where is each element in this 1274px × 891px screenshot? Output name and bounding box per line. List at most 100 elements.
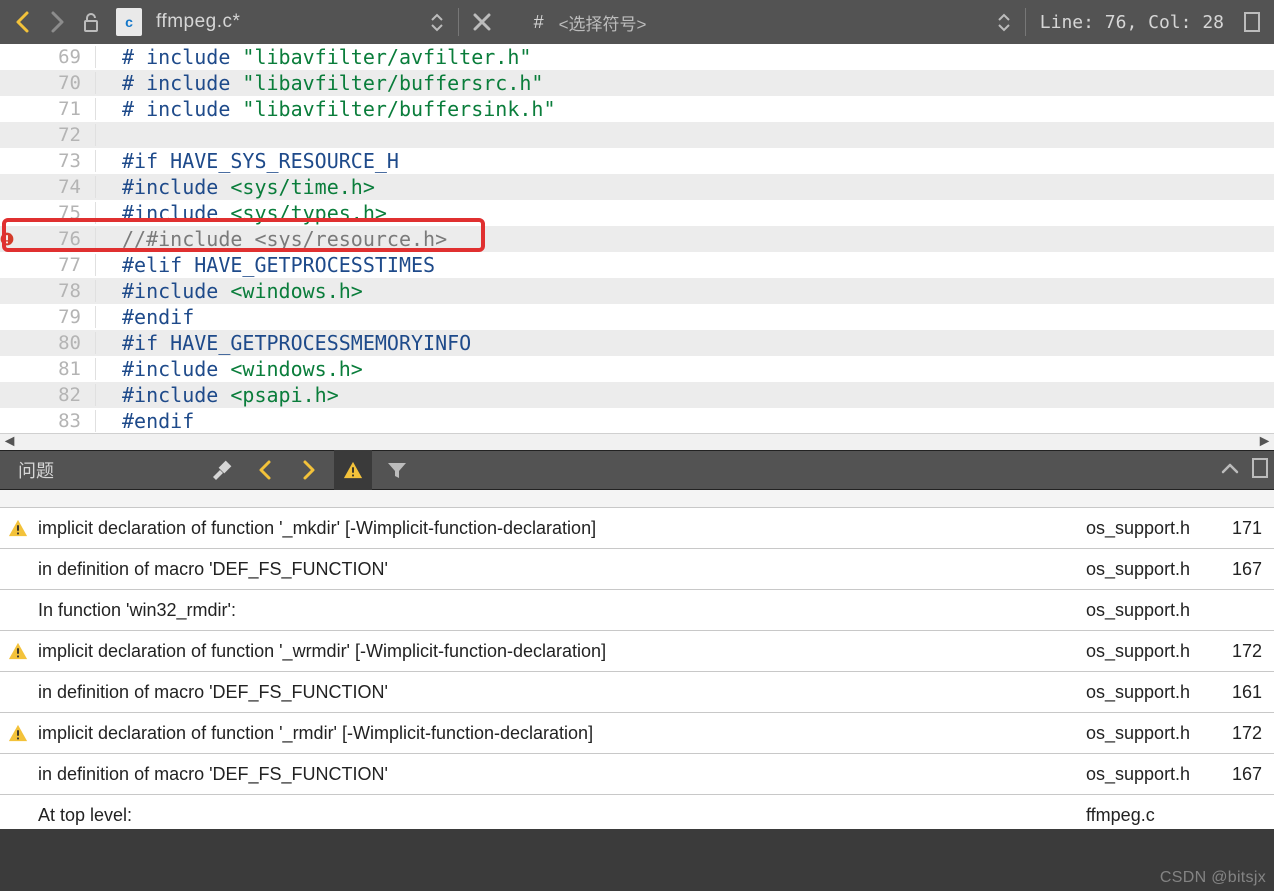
code-line[interactable]: 70# include "libavfilter/buffersrc.h" [0,70,1274,96]
symbol-hash-label: # [533,12,545,33]
problem-row[interactable]: in definition of macro 'DEF_FS_FUNCTION'… [0,672,1274,713]
line-number: 81 [14,358,96,380]
code-content[interactable]: #elif HAVE_GETPROCESSTIMES [96,253,435,277]
code-line[interactable]: 83#endif [0,408,1274,433]
nav-forward-button[interactable] [48,10,66,34]
cursor-position-label: Line: 76, Col: 28 [1040,12,1224,33]
problem-row[interactable]: In function 'win32_rmdir':os_support.h [0,590,1274,631]
problem-file: os_support.h [1086,600,1226,621]
problem-line: 172 [1226,641,1274,662]
code-content[interactable]: # include "libavfilter/buffersink.h" [96,97,556,121]
scroll-left-icon[interactable]: ◄ [2,435,17,450]
problem-message: implicit declaration of function '_rmdir… [36,723,1086,744]
clear-button[interactable] [202,450,240,490]
problems-toolbar: 问题 [0,450,1274,490]
code-line[interactable]: 75#include <sys/types.h> [0,200,1274,226]
problem-row[interactable]: implicit declaration of function '_rmdir… [0,713,1274,754]
code-line[interactable]: 69# include "libavfilter/avfilter.h" [0,44,1274,70]
filename-label: ffmpeg.c* [156,11,240,33]
problem-row[interactable]: in definition of macro 'DEF_FS_FUNCTION'… [0,754,1274,795]
horizontal-scrollbar[interactable]: ◄ ► [0,433,1274,450]
line-number: 78 [14,280,96,302]
code-content[interactable]: #if HAVE_SYS_RESOURCE_H [96,149,399,173]
warning-icon [0,723,36,743]
line-number: 71 [14,98,96,120]
code-content[interactable]: //#include <sys/resource.h> [96,227,447,251]
code-line[interactable]: 81#include <windows.h> [0,356,1274,382]
problem-row[interactable]: implicit declaration of function '_wrmdi… [0,631,1274,672]
code-line[interactable]: 74#include <sys/time.h> [0,174,1274,200]
problem-row[interactable]: in definition of macro 'DEF_FS_FUNCTION'… [0,549,1274,590]
problem-row[interactable]: implicit declaration of function '_mkdir… [0,508,1274,549]
next-problem-button[interactable] [290,450,328,490]
editor-toolbar: c ffmpeg.c* # <选择符号> Line: 76, Col: 28 [0,0,1274,44]
code-content[interactable]: # include "libavfilter/buffersrc.h" [96,71,543,95]
problem-line: 167 [1226,559,1274,580]
problem-file: os_support.h [1086,559,1226,580]
close-file-button[interactable] [473,13,491,31]
code-line[interactable]: 77#elif HAVE_GETPROCESSTIMES [0,252,1274,278]
warnings-toggle-button[interactable] [334,450,372,490]
code-line[interactable]: 76//#include <sys/resource.h> [0,226,1274,252]
line-number: 72 [14,124,96,146]
code-content[interactable]: #include <sys/time.h> [96,175,375,199]
code-line[interactable]: 82#include <psapi.h> [0,382,1274,408]
problem-file: ffmpeg.c [1086,805,1226,826]
code-line[interactable]: 73#if HAVE_SYS_RESOURCE_H [0,148,1274,174]
code-line[interactable]: 71# include "libavfilter/buffersink.h" [0,96,1274,122]
problem-line: 167 [1226,764,1274,785]
problem-file: os_support.h [1086,518,1226,539]
filter-button[interactable] [378,450,416,490]
code-content[interactable]: #include <psapi.h> [96,383,339,407]
lock-icon[interactable] [80,11,102,33]
line-number: 74 [14,176,96,198]
code-content[interactable]: #endif [96,409,194,433]
code-content[interactable]: #endif [96,305,194,329]
watermark-label: CSDN @bitsjx [1160,869,1266,887]
prev-problem-button[interactable] [246,450,284,490]
problem-row[interactable]: At top level:ffmpeg.c [0,795,1274,829]
file-spinner[interactable] [430,13,444,32]
line-number: 70 [14,72,96,94]
code-content[interactable]: #if HAVE_GETPROCESSMEMORYINFO [96,331,471,355]
problem-message: in definition of macro 'DEF_FS_FUNCTION' [36,764,1086,785]
problem-message: In function 'win32_rmdir': [36,600,1086,621]
code-content[interactable]: #include <windows.h> [96,357,363,381]
collapse-panel-button[interactable] [1208,460,1252,481]
line-number: 83 [14,410,96,432]
code-line[interactable]: 72 [0,122,1274,148]
toolbar-divider [458,8,459,36]
scroll-right-icon[interactable]: ► [1257,435,1272,450]
problem-file: os_support.h [1086,682,1226,703]
code-line[interactable]: 79#endif [0,304,1274,330]
gutter-error-icon [0,229,14,249]
line-number: 82 [14,384,96,406]
panel-menu-button[interactable] [1252,458,1274,483]
problem-message: in definition of macro 'DEF_FS_FUNCTION' [36,682,1086,703]
code-line[interactable]: 78#include <windows.h> [0,278,1274,304]
problems-panel[interactable]: implicit declaration of function '_mkdir… [0,490,1274,829]
split-editor-button[interactable] [1244,12,1260,32]
problems-panel-title: 问题 [0,457,72,483]
line-number: 80 [14,332,96,354]
problem-message: implicit declaration of function '_wrmdi… [36,641,1086,662]
line-number: 77 [14,254,96,276]
nav-back-button[interactable] [14,10,32,34]
code-editor[interactable]: 69# include "libavfilter/avfilter.h"70# … [0,44,1274,450]
problem-message: At top level: [36,805,1086,826]
toolbar-divider [1025,8,1026,36]
problem-file: os_support.h [1086,764,1226,785]
code-line[interactable]: 80#if HAVE_GETPROCESSMEMORYINFO [0,330,1274,356]
symbol-spinner[interactable] [997,13,1011,32]
warning-icon [0,518,36,538]
code-content[interactable]: #include <windows.h> [96,279,363,303]
code-content[interactable]: # include "libavfilter/avfilter.h" [96,45,531,69]
problems-header-row [0,490,1274,508]
code-content[interactable]: #include <sys/types.h> [96,201,387,225]
problem-message: in definition of macro 'DEF_FS_FUNCTION' [36,559,1086,580]
symbol-picker[interactable]: <选择符号> [559,10,647,35]
problem-line: 161 [1226,682,1274,703]
problem-line: 172 [1226,723,1274,744]
line-number: 79 [14,306,96,328]
line-number: 69 [14,46,96,68]
